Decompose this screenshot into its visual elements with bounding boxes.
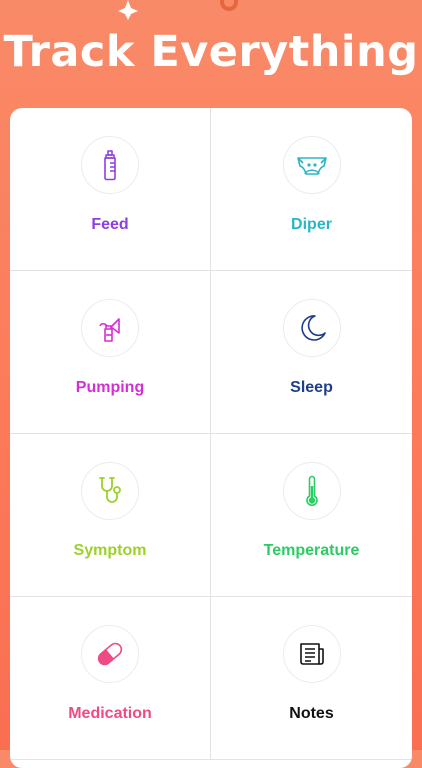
tracker-symptom[interactable]: Symptom (10, 434, 211, 597)
icon-circle (282, 136, 341, 194)
tracker-label: Pumping (75, 379, 145, 396)
tracker-grid: Feed Diper Pumping Sleep Symptom Tempera… (10, 108, 412, 760)
tracker-label: Diper (291, 216, 332, 233)
tracker-label: Medication (68, 705, 152, 722)
icon-circle (81, 625, 139, 683)
tracker-notes[interactable]: Notes (211, 597, 412, 760)
tracker-diper[interactable]: Diper (211, 108, 412, 271)
tracker-feed[interactable]: Feed (10, 108, 211, 271)
tracker-label: Sleep (290, 379, 333, 396)
tracker-sleep[interactable]: Sleep (211, 271, 412, 434)
icon-circle (81, 462, 139, 520)
tracker-label: Notes (289, 705, 334, 722)
stethoscope-icon (99, 477, 121, 503)
notes-icon (299, 643, 324, 665)
icon-circle (81, 299, 139, 357)
icon-circle (282, 625, 341, 683)
breast-pump-icon (99, 318, 120, 342)
icon-circle (282, 299, 341, 357)
tracker-label: Temperature (263, 542, 360, 559)
diaper-icon (296, 157, 327, 175)
baby-bottle-icon (104, 150, 116, 181)
icon-circle (81, 136, 139, 194)
tracker-label: Feed (91, 216, 129, 233)
top-decoration (0, 0, 422, 24)
icon-circle (282, 462, 341, 520)
tracker-pumping[interactable]: Pumping (10, 271, 211, 434)
pill-icon (97, 642, 123, 666)
tracker-medication[interactable]: Medication (10, 597, 211, 760)
tracker-label: Symptom (73, 542, 147, 559)
sparkle-icon (118, 0, 238, 20)
tracker-temperature[interactable]: Temperature (211, 434, 412, 597)
page-title: Track Everything (3, 27, 419, 77)
moon-icon (300, 315, 326, 341)
thermometer-icon (305, 475, 318, 507)
tracker-card: Feed Diper Pumping Sleep Symptom Tempera… (10, 108, 412, 768)
